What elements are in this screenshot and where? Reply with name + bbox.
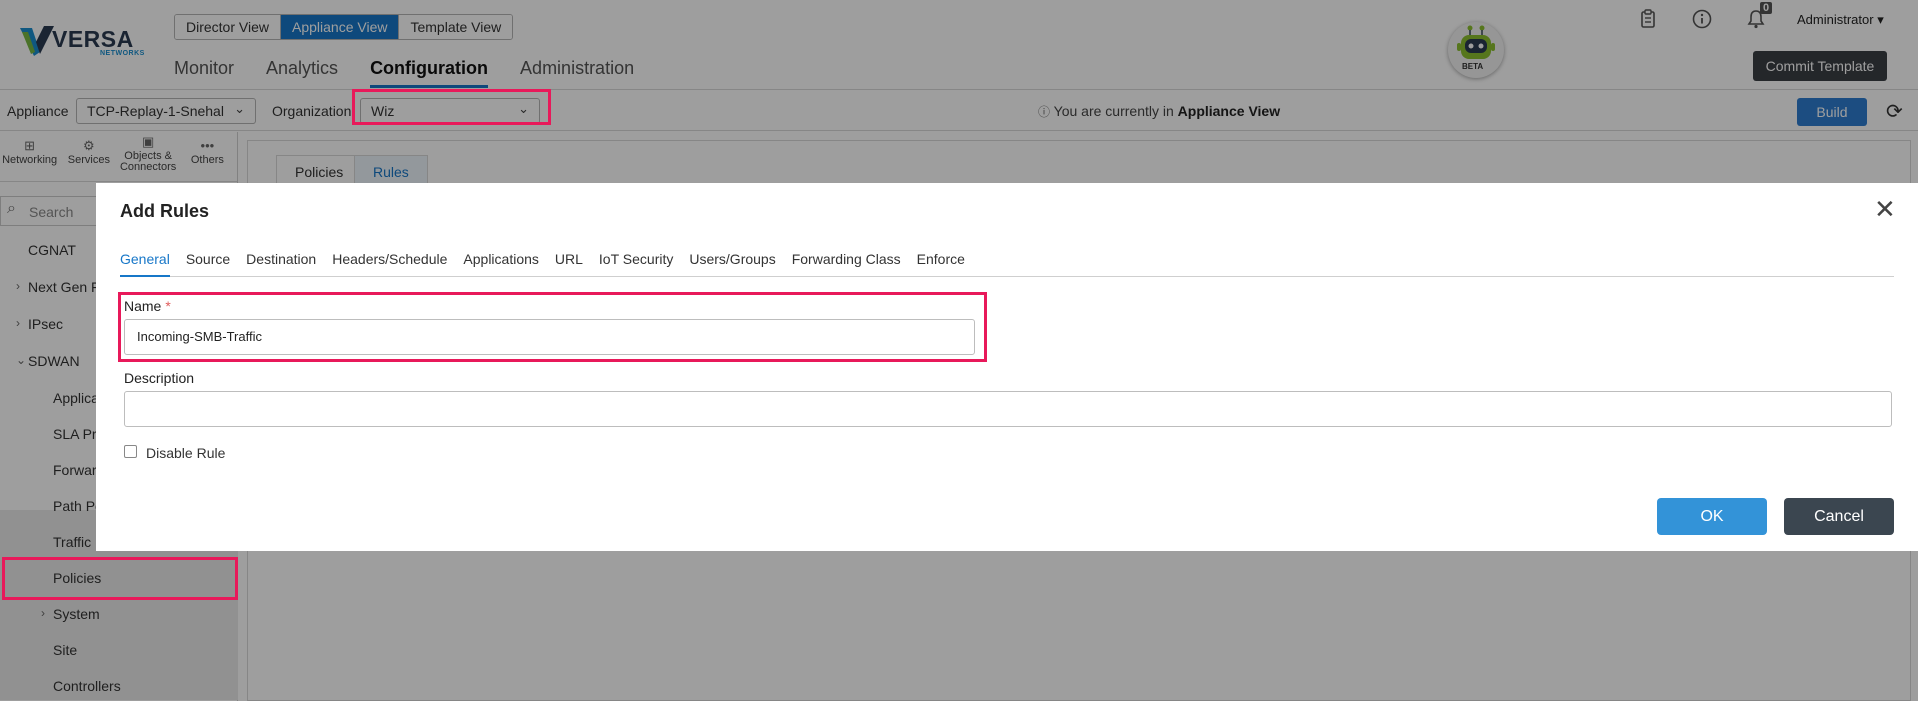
close-icon[interactable]: ✕ (1874, 196, 1896, 222)
description-label: Description (124, 370, 195, 386)
add-rules-dialog: Add Rules ✕ General Source Destination H… (96, 183, 1918, 551)
tab-destination[interactable]: Destination (246, 251, 316, 276)
policies-highlight (2, 557, 238, 600)
disable-rule-label: Disable Rule (146, 445, 226, 461)
tab-forwarding-class[interactable]: Forwarding Class (792, 251, 901, 276)
disable-rule-checkbox[interactable] (124, 445, 137, 458)
description-input[interactable] (124, 391, 1892, 427)
tab-iot-security[interactable]: IoT Security (599, 251, 673, 276)
rule-tabs: General Source Destination Headers/Sched… (120, 251, 1894, 277)
tab-headers-schedule[interactable]: Headers/Schedule (332, 251, 447, 276)
name-field-highlight (118, 292, 987, 362)
tab-applications[interactable]: Applications (463, 251, 539, 276)
tab-url[interactable]: URL (555, 251, 583, 276)
dialog-title: Add Rules (120, 201, 210, 221)
organization-highlight (352, 89, 551, 125)
tab-general[interactable]: General (120, 251, 170, 277)
ok-button[interactable]: OK (1657, 498, 1767, 535)
cancel-button[interactable]: Cancel (1784, 498, 1894, 535)
tab-enforce[interactable]: Enforce (917, 251, 965, 276)
tab-users-groups[interactable]: Users/Groups (689, 251, 775, 276)
tab-source[interactable]: Source (186, 251, 230, 276)
